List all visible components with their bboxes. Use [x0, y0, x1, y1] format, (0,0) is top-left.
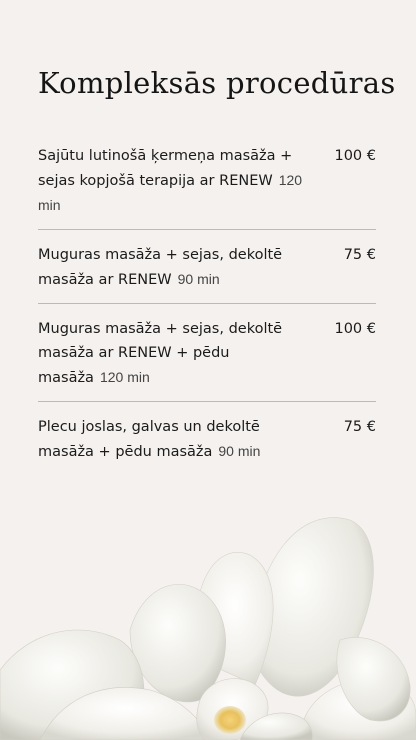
item-duration: 120 min: [99, 369, 150, 385]
item-duration: 90 min: [177, 271, 220, 287]
item-price: 100 €: [334, 148, 376, 164]
procedure-list: Sajūtu lutinošā ķermeņa masāža + sejas k…: [38, 144, 376, 464]
list-item: Muguras masāža + sejas, dekoltē masāža a…: [38, 243, 376, 292]
orchid-flower-image: [0, 517, 416, 740]
item-price: 100 €: [334, 321, 376, 337]
item-name: Muguras masāža + sejas, dekoltē masāža a…: [38, 247, 283, 288]
item-price: 75 €: [343, 247, 376, 263]
page-title: Kompleksās procedūras: [38, 66, 396, 100]
divider: [38, 229, 376, 230]
divider: [38, 303, 376, 304]
list-item: Plecu joslas, galvas un dekoltē masāža +…: [38, 415, 376, 464]
price-menu-page: Kompleksās procedūras Sajūtu lutinošā ķe…: [0, 0, 416, 740]
item-name: Sajūtu lutinošā ķermeņa masāža + sejas k…: [38, 148, 293, 189]
divider: [38, 401, 376, 402]
item-price: 75 €: [343, 419, 376, 435]
item-text: Sajūtu lutinošā ķermeņa masāža + sejas k…: [38, 144, 308, 218]
list-item: Sajūtu lutinošā ķermeņa masāža + sejas k…: [38, 144, 376, 218]
item-text: Plecu joslas, galvas un dekoltē masāža +…: [38, 415, 308, 464]
item-text: Muguras masāža + sejas, dekoltē masāža a…: [38, 317, 308, 390]
item-duration: 90 min: [218, 443, 261, 459]
item-name: Muguras masāža + sejas, dekoltē masāža a…: [38, 321, 283, 386]
item-text: Muguras masāža + sejas, dekoltē masāža a…: [38, 243, 308, 292]
list-item: Muguras masāža + sejas, dekoltē masāža a…: [38, 317, 376, 390]
